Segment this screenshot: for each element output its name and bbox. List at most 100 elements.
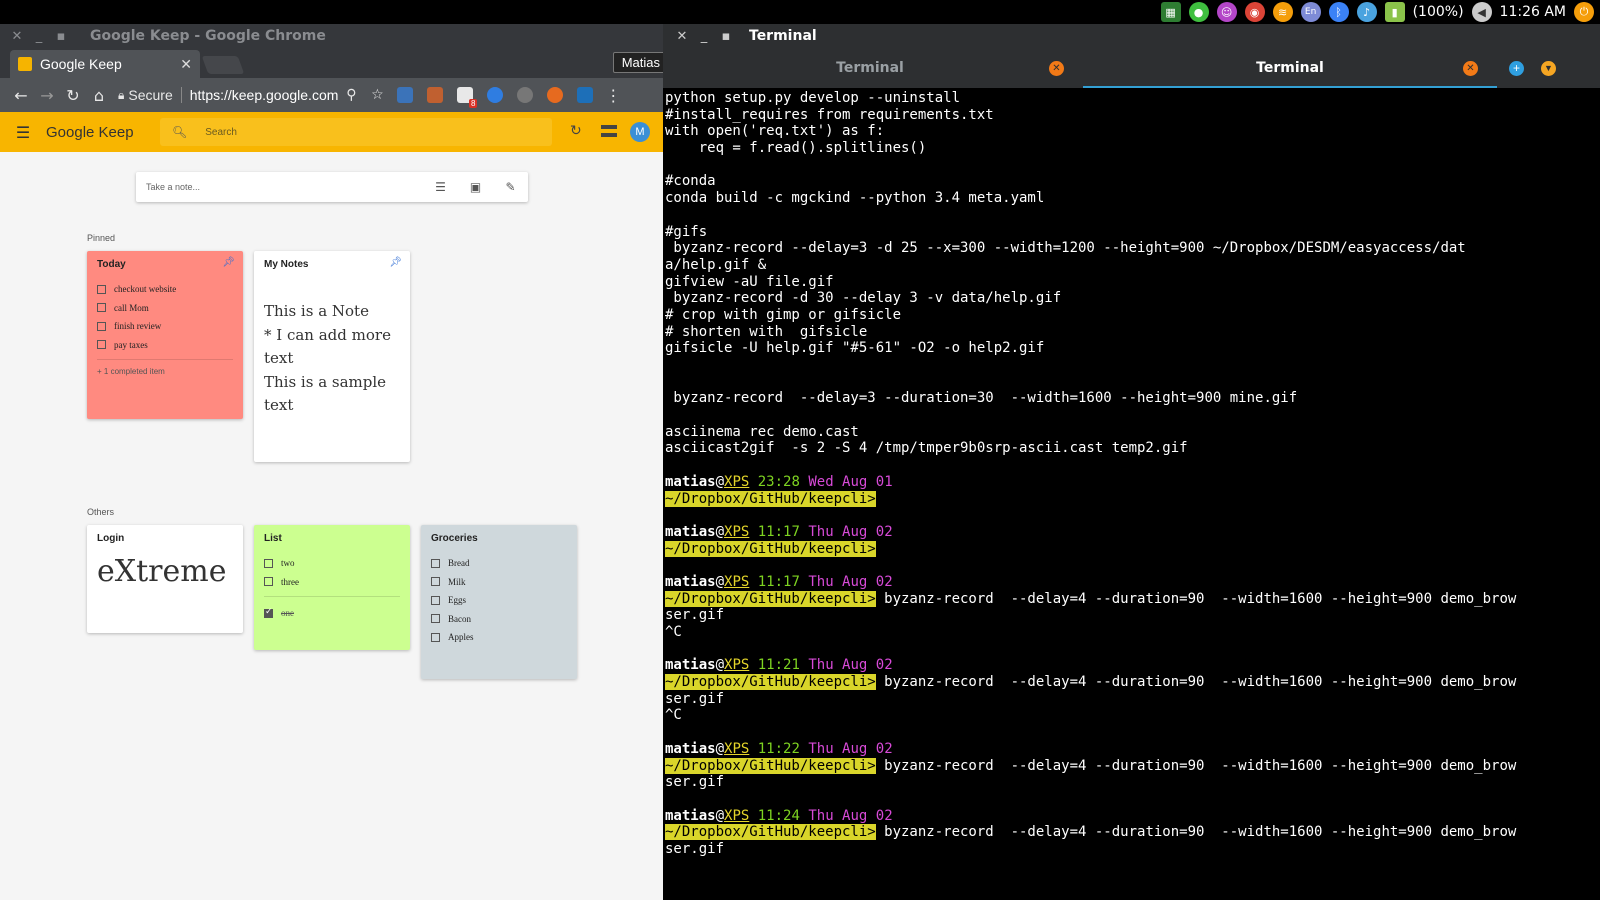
checklist-item[interactable]: Eggs [431,591,567,610]
indicator-icon[interactable]: ▦ [1160,2,1181,22]
chrome-titlebar[interactable]: ✕ _ ▪ Google Keep - Google Chrome [0,24,677,48]
terminal-titlebar[interactable]: ✕ _ ▪ Terminal [663,24,1600,48]
checklist-item[interactable]: call Mom [97,299,233,318]
list-view-icon[interactable] [601,125,617,137]
completed-items-count[interactable]: + 1 completed item [97,367,233,376]
checkbox[interactable] [97,340,106,350]
tab-menu-icon[interactable]: ▼ [1541,61,1556,76]
terminal-line: ser.gif [665,841,1600,858]
note-groceries[interactable]: Groceries Bread Milk Eggs Bacon Apples [421,525,577,679]
checkbox[interactable] [431,595,440,605]
checkbox[interactable] [431,558,440,568]
battery-percentage: (100%) [1412,4,1464,20]
checklist-item[interactable]: Milk [431,573,567,592]
note-body: eXtreme [97,554,227,589]
power-icon[interactable]: ⏻ [1574,2,1594,22]
volume-icon[interactable]: ◀ [1471,2,1492,22]
prompt-line: matias@XPS 23:28 Wed Aug 01 [665,473,893,490]
extension-profile-icon[interactable] [577,87,594,103]
terminal-line-text: gifview -aU file.gif [665,273,834,290]
checklist-item[interactable]: three [264,573,400,592]
home-icon[interactable]: ⌂ [86,86,112,105]
extension-sync-icon[interactable] [517,87,534,103]
close-tab-icon[interactable]: ✕ [1463,61,1478,76]
chrome-menu-icon[interactable]: ⋮ [600,86,626,105]
chrome-icon[interactable]: ◉ [1244,2,1265,22]
minimize-window-icon[interactable]: _ [28,29,50,44]
zoom-icon[interactable]: ⚲ [338,87,364,103]
bluetooth-icon[interactable]: ᛒ [1328,2,1349,22]
checklist-item[interactable]: two [264,554,400,573]
note-login[interactable]: Login eXtreme [87,525,243,633]
prompt-time: 11:21 [757,657,800,674]
checklist-item[interactable]: checkout website [97,280,233,299]
refresh-icon[interactable]: ↻ [570,123,582,139]
checkbox[interactable] [97,303,106,313]
new-image-note-icon[interactable]: ▣ [458,180,493,194]
extension-shield-icon[interactable] [487,87,504,103]
checked-checkbox[interactable] [264,607,273,618]
minimize-window-icon[interactable]: _ [693,29,715,44]
wifi-icon[interactable]: ≋ [1272,2,1293,22]
gmail-extension-icon[interactable]: 8 [457,87,478,108]
notification-icon[interactable]: ♪ [1356,2,1377,22]
extension-book-icon[interactable] [427,87,444,103]
close-tab-icon[interactable]: ✕ [1049,61,1064,76]
python-extension-icon[interactable] [397,87,414,103]
search-input[interactable]: 🔍︎ Search [160,118,552,146]
maximize-window-icon[interactable]: ▪ [50,29,72,44]
checklist-item[interactable]: finish review [97,317,233,336]
new-drawing-icon[interactable]: ✎ [493,180,528,194]
checklist-item[interactable]: Apples [431,628,567,647]
menu-icon[interactable]: ☰ [0,123,46,142]
address-bar[interactable]: 🔒︎ Secure https://keep.google.com [118,82,338,108]
add-tab-icon[interactable]: + [1509,61,1524,76]
clock[interactable]: 11:26 AM [1500,4,1566,20]
checkbox[interactable] [431,614,440,624]
checkbox[interactable] [264,577,273,587]
close-tab-icon[interactable]: ✕ [180,56,192,73]
firefox-extension-icon[interactable] [547,87,564,103]
checklist-item[interactable]: Bread [431,554,567,573]
pin-icon[interactable]: 📌︎ [222,257,235,268]
reload-icon[interactable]: ↻ [60,86,86,105]
checkbox[interactable] [264,558,273,568]
close-window-icon[interactable]: ✕ [671,29,693,44]
note-list[interactable]: List two three one [254,525,410,650]
back-icon[interactable]: ← [8,86,34,105]
profile-button[interactable]: Matias [612,52,669,73]
checkbox[interactable] [431,577,440,587]
chat-icon[interactable]: ● [1188,2,1209,22]
forward-icon[interactable]: → [34,86,60,105]
close-window-icon[interactable]: ✕ [6,29,28,44]
checklist-item[interactable]: Bacon [431,610,567,629]
extension-icon[interactable]: ☺ [1216,2,1237,22]
note-today[interactable]: Today 📌︎ checkout website call Mom finis… [87,251,243,419]
new-list-icon[interactable]: ☰ [423,180,458,194]
url-text[interactable]: https://keep.google.com [190,87,339,103]
star-icon[interactable]: ☆ [364,87,390,103]
prompt-host: XPS [724,573,750,590]
avatar[interactable]: M [630,122,650,142]
command-line: ~/Dropbox/GitHub/keepcli> [665,490,1600,508]
system-tray: ▦ ● ☺ ◉ ≋ En ᛒ ♪ ▮ (100%) ◀ 11:26 AM ⏻ [1160,0,1600,24]
note-my-notes[interactable]: My Notes 📌︎ This is a Note * I can add m… [254,251,410,462]
window-title: Terminal [749,28,817,44]
take-note-input[interactable]: Take a note... ☰ ▣ ✎ [136,172,528,202]
keep-logo[interactable]: Google Keep [46,124,156,141]
pin-icon[interactable]: 📌︎ [389,257,402,268]
terminal-output[interactable]: python setup.py develop --uninstall #inst… [663,88,1600,900]
keyboard-layout-icon[interactable]: En [1300,2,1321,22]
terminal-tab-1[interactable]: Terminal ✕ [663,48,1077,88]
tab-google-keep[interactable]: Google Keep ✕ [10,50,200,78]
new-tab-button[interactable] [201,56,245,74]
checklist-item-done[interactable]: one [264,604,400,623]
command-line: ~/Dropbox/GitHub/keepcli> byzanz-record … [665,824,1600,841]
checkbox[interactable] [97,284,106,294]
checklist-item[interactable]: pay taxes [97,336,233,355]
battery-icon[interactable]: ▮ [1384,2,1405,22]
checkbox[interactable] [431,632,440,642]
maximize-window-icon[interactable]: ▪ [715,29,737,44]
checkbox[interactable] [97,321,106,331]
